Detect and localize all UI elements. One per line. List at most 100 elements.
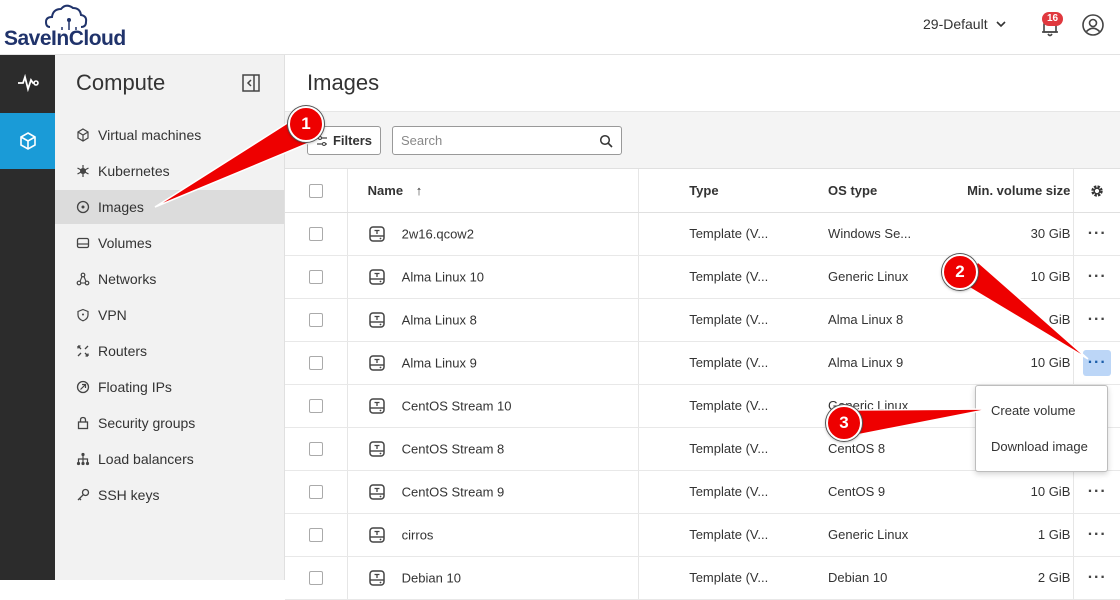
project-selector[interactable]: 29-Default [923, 16, 1006, 32]
sidebar-item-label: Volumes [98, 235, 152, 251]
image-name[interactable]: Alma Linux 9 [402, 355, 477, 370]
search-icon[interactable] [599, 134, 613, 148]
row-actions-button[interactable]: ··· [1083, 264, 1111, 290]
image-type: Template (V... [638, 212, 779, 256]
image-name[interactable]: CentOS Stream 8 [402, 441, 505, 456]
chevron-down-icon [996, 20, 1006, 27]
annotation-step-2: 2 [942, 254, 978, 290]
download-image-menu-item[interactable]: Download image [991, 439, 1088, 454]
sidebar-item-images[interactable]: Images [55, 190, 284, 224]
image-name[interactable]: CentOS Stream 10 [402, 398, 512, 413]
image-disk-icon [368, 311, 385, 328]
network-icon [76, 272, 90, 286]
drive-icon [76, 237, 90, 249]
image-name[interactable]: Debian 10 [402, 570, 461, 585]
column-header-name[interactable]: Name ↑ [347, 169, 640, 213]
row-actions-button[interactable]: ··· [1083, 349, 1112, 376]
shield-icon [77, 308, 89, 322]
image-disk-icon [368, 526, 385, 543]
sidebar-item-label: Load balancers [98, 451, 194, 467]
table-row[interactable]: Alma Linux 10 Template (V... Generic Linux… [285, 255, 1120, 299]
sidebar-item-label: Floating IPs [98, 379, 172, 395]
sidebar-item-label: Networks [98, 271, 157, 287]
image-os-type: Windows Se... [778, 212, 918, 256]
row-checkbox[interactable] [308, 442, 323, 457]
image-min-volume-size: 10 GiB [917, 470, 1074, 514]
user-account-icon[interactable] [1081, 13, 1105, 37]
row-checkbox[interactable] [308, 571, 323, 586]
row-checkbox[interactable] [308, 313, 323, 328]
image-os-type: Alma Linux 8 [778, 298, 918, 342]
row-actions-button[interactable]: ··· [1083, 479, 1111, 505]
table-row[interactable]: Debian 10 Template (V... Debian 10 2 GiB ··· [285, 556, 1120, 600]
row-actions-button[interactable]: ··· [1083, 565, 1111, 591]
sidebar-item-kubernetes[interactable]: Kubernetes [55, 154, 284, 188]
sidebar-item-networks[interactable]: Networks [55, 262, 284, 296]
image-name[interactable]: cirros [402, 527, 434, 542]
sort-asc-icon: ↑ [415, 182, 423, 198]
table-toolbar: Filters [285, 111, 1120, 169]
select-all-checkbox[interactable] [308, 184, 323, 199]
top-header: SaveInCloud 29-Default 16 [0, 0, 1120, 55]
table-row[interactable]: 2w16.qcow2 Template (V... Windows Se... 30 … [285, 212, 1120, 256]
project-name: 29-Default [923, 16, 988, 32]
create-volume-menu-item[interactable]: Create volume [991, 403, 1076, 418]
rail-item-monitoring[interactable] [0, 55, 55, 111]
saveincloud-logo[interactable]: SaveInCloud [2, 0, 132, 54]
lock-icon [77, 416, 89, 430]
row-actions-button[interactable]: ··· [1083, 221, 1111, 247]
image-os-type: Generic Linux [778, 255, 918, 299]
collapse-sidebar-icon[interactable] [241, 73, 261, 93]
image-disk-icon [368, 483, 385, 500]
sidebar-item-load-balancers[interactable]: Load balancers [55, 442, 284, 476]
image-type: Template (V... [638, 556, 779, 600]
image-os-type: Generic Linux [778, 513, 918, 557]
image-name[interactable]: 2w16.qcow2 [402, 226, 474, 241]
image-type: Template (V... [638, 427, 779, 471]
row-checkbox[interactable] [308, 399, 323, 414]
annotation-step-3: 3 [826, 405, 862, 441]
image-name[interactable]: Alma Linux 8 [402, 312, 477, 327]
logo-text: SaveInCloud [4, 27, 126, 50]
sidebar-item-ssh-keys[interactable]: SSH keys [55, 478, 284, 512]
image-min-volume-size: 2 GiB [917, 556, 1074, 600]
image-type: Template (V... [638, 384, 779, 428]
image-name[interactable]: CentOS Stream 9 [402, 484, 505, 499]
sidebar-item-volumes[interactable]: Volumes [55, 226, 284, 260]
sidebar-item-vpn[interactable]: VPN [55, 298, 284, 332]
row-actions-button[interactable]: ··· [1083, 307, 1111, 333]
sidebar-item-label: Security groups [98, 415, 196, 431]
row-actions-button[interactable]: ··· [1083, 522, 1111, 548]
table-row[interactable]: Alma Linux 8 Template (V... Alma Linux 8 Gi… [285, 298, 1120, 342]
row-checkbox[interactable] [308, 485, 323, 500]
column-header-min-volume-size[interactable]: Min. volume size [917, 169, 1074, 213]
row-checkbox[interactable] [308, 356, 323, 371]
table-row[interactable]: cirros Template (V... Generic Linux 1 GiB ··… [285, 513, 1120, 557]
image-disk-icon [368, 225, 385, 242]
row-checkbox[interactable] [308, 227, 323, 242]
image-type: Template (V... [638, 513, 779, 557]
sidebar-item-virtual-machines[interactable]: Virtual machines [55, 118, 284, 152]
page-title: Images [307, 70, 380, 95]
row-checkbox[interactable] [308, 270, 323, 285]
column-header-type[interactable]: Type [638, 169, 779, 213]
image-os-type: Debian 10 [778, 556, 918, 600]
gear-icon[interactable] [1089, 183, 1105, 199]
image-type: Template (V... [638, 298, 779, 342]
search-input[interactable] [401, 133, 591, 148]
sidebar-item-routers[interactable]: Routers [55, 334, 284, 368]
column-header-os-type[interactable]: OS type [778, 169, 918, 213]
table-row[interactable]: Alma Linux 9 Template (V... Alma Linux 9 10… [285, 341, 1120, 385]
table-row[interactable]: CentOS Stream 9 Template (V... CentOS 9 10 … [285, 470, 1120, 514]
search-box[interactable] [392, 126, 622, 155]
sidebar-item-security-groups[interactable]: Security groups [55, 406, 284, 440]
notification-badge: 16 [1042, 12, 1064, 26]
image-type: Template (V... [638, 341, 779, 385]
rail-item-compute[interactable] [0, 113, 55, 169]
sidebar-item-label: SSH keys [98, 487, 160, 503]
sidebar-item-floating-ips[interactable]: Floating IPs [55, 370, 284, 404]
row-checkbox[interactable] [308, 528, 323, 543]
table-header-row: Name ↑ Type OS type Min. volume size [285, 169, 1120, 213]
image-name[interactable]: Alma Linux 10 [402, 269, 484, 284]
cube-icon [19, 132, 36, 150]
